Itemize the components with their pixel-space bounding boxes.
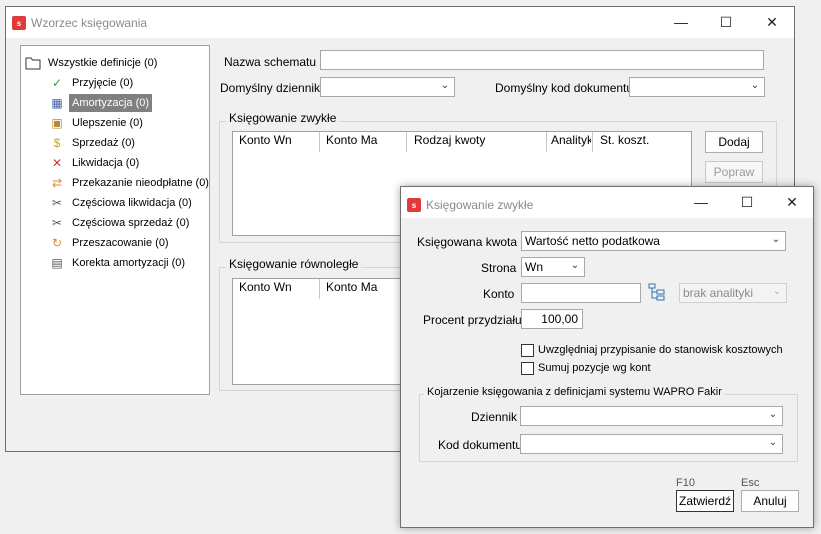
tree-item-label: Częściowa likwidacja (0): [72, 197, 192, 209]
journal-select[interactable]: ⌄: [520, 406, 783, 426]
red-x-icon: ✕: [51, 156, 63, 170]
folder-icon: [25, 56, 41, 70]
tree-root-label: Wszystkie definicje (0): [48, 57, 158, 69]
tree-item-label: Amortyzacja (0): [69, 94, 153, 112]
transfer-icon: ⇄: [51, 176, 63, 190]
percent-input[interactable]: 100,00: [521, 309, 583, 329]
posting-dialog: s Księgowanie zwykłe — ☐ ✕ Księgowana kw…: [400, 186, 814, 528]
edit-button[interactable]: Popraw: [705, 161, 763, 183]
sum-positions-label[interactable]: Sumuj pozycje wg kont: [538, 362, 651, 374]
column-header[interactable]: Analityka: [551, 133, 591, 147]
definitions-tree[interactable]: Wszystkie definicje (0) ✓ Przyjęcie (0) ▦ A…: [20, 45, 210, 395]
cancel-hotkey: Esc: [741, 477, 760, 489]
analytics-select: brak analityki ⌄: [679, 283, 787, 303]
amount-value: Wartość netto podatkowa: [525, 234, 660, 248]
chevron-down-icon[interactable]: ⌄: [764, 435, 782, 453]
tree-item[interactable]: ▤ Korekta amortyzacji (0): [49, 254, 209, 272]
tree-item[interactable]: ✂ Częściowa sprzedaż (0): [49, 214, 209, 232]
tree-item-label: Korekta amortyzacji (0): [72, 257, 186, 269]
account-label: Konto: [483, 287, 515, 301]
tree-item[interactable]: $ Sprzedaż (0): [49, 134, 209, 152]
side-value: Wn: [525, 260, 543, 274]
chevron-down-icon: ⌄: [772, 286, 782, 297]
correction-icon: ▤: [51, 256, 63, 270]
tree-item[interactable]: ⇄ Przekazanie nieodpłatne (0): [49, 174, 209, 192]
tree-item-label: Sprzedaż (0): [72, 137, 135, 149]
percent-label: Procent przydziału: [423, 313, 522, 327]
confirm-button[interactable]: Zatwierdź: [676, 490, 734, 512]
normal-posting-title: Księgowanie zwykłe: [226, 111, 340, 125]
tree-item[interactable]: ▦ Amortyzacja (0): [49, 94, 209, 112]
default-journal-label: Domyślny dziennik: [220, 81, 321, 95]
tree-item-label: Częściowa sprzedaż (0): [72, 217, 190, 229]
cancel-button[interactable]: Anuluj: [741, 490, 799, 512]
revaluation-icon: ↻: [51, 236, 63, 250]
dialog-titlebar[interactable]: s Księgowanie zwykłe — ☐ ✕: [401, 187, 813, 218]
money-icon: $: [53, 136, 61, 150]
tree-root[interactable]: Wszystkie definicje (0): [25, 54, 205, 72]
tree-item[interactable]: ▣ Ulepszenie (0): [49, 114, 209, 132]
toolbox-icon: ▣: [51, 116, 63, 130]
column-header[interactable]: Konto Wn: [239, 280, 292, 294]
wapro-logo-icon: s: [407, 198, 421, 212]
parallel-posting-title: Księgowanie równoległe: [226, 257, 362, 271]
minimize-icon[interactable]: —: [658, 7, 704, 38]
checkmark-icon: ✓: [51, 76, 63, 90]
maximize-icon[interactable]: ☐: [703, 7, 749, 38]
column-header[interactable]: Rodzaj kwoty: [414, 133, 485, 147]
tree-item[interactable]: ✓ Przyjęcie (0): [49, 74, 209, 92]
journal-label: Dziennik: [471, 410, 518, 424]
add-button[interactable]: Dodaj: [705, 131, 763, 153]
partial-sale-icon: ✂: [51, 216, 63, 230]
scheme-name-label: Nazwa schematu: [224, 55, 317, 69]
side-select[interactable]: Wn ⌄: [521, 257, 585, 277]
doc-code-label: Kod dokumentu: [438, 438, 523, 452]
minimize-icon[interactable]: —: [678, 187, 724, 218]
column-header[interactable]: St. koszt.: [600, 133, 649, 147]
tree-item[interactable]: ✂ Częściowa likwidacja (0): [49, 194, 209, 212]
chevron-down-icon[interactable]: ⌄: [767, 232, 785, 250]
cost-centers-checkbox[interactable]: [521, 344, 534, 357]
column-header[interactable]: Konto Ma: [326, 280, 377, 294]
partial-liquidation-icon: ✂: [51, 196, 63, 210]
tree-item-label: Przyjęcie (0): [72, 77, 134, 89]
cost-centers-label[interactable]: Uwzględniaj przypisanie do stanowisk kos…: [538, 344, 783, 356]
tree-item[interactable]: ↻ Przeszacowanie (0): [49, 234, 209, 252]
default-doc-code-select[interactable]: ⌄: [629, 77, 765, 97]
analytics-value: brak analityki: [683, 286, 754, 300]
account-tree-icon[interactable]: [648, 283, 666, 301]
column-header[interactable]: Konto Wn: [239, 133, 292, 147]
doc-code-select[interactable]: ⌄: [520, 434, 783, 454]
dialog-title: Księgowanie zwykłe: [426, 198, 534, 212]
default-doc-code-label: Domyślny kod dokumentu: [495, 81, 634, 95]
default-journal-select[interactable]: ⌄: [320, 77, 455, 97]
tree-item-label: Likwidacja (0): [72, 157, 140, 169]
close-icon[interactable]: ✕: [769, 187, 815, 218]
tree-item[interactable]: ✕ Likwidacja (0): [49, 154, 209, 172]
calculator-icon: ▦: [51, 96, 63, 110]
confirm-hotkey: F10: [676, 477, 695, 489]
account-input[interactable]: [521, 283, 641, 303]
scheme-name-input[interactable]: [320, 50, 764, 70]
column-header[interactable]: Konto Ma: [326, 133, 377, 147]
sum-positions-checkbox[interactable]: [521, 362, 534, 375]
amount-select[interactable]: Wartość netto podatkowa ⌄: [521, 231, 786, 251]
chevron-down-icon[interactable]: ⌄: [746, 78, 764, 96]
wapro-logo-icon: s: [12, 16, 26, 30]
tree-item-label: Ulepszenie (0): [72, 117, 143, 129]
side-label: Strona: [481, 261, 517, 275]
main-window-title: Wzorzec księgowania: [31, 16, 148, 30]
amount-label: Księgowana kwota: [417, 235, 518, 249]
main-titlebar[interactable]: s Wzorzec księgowania — ☐ ✕: [6, 7, 794, 38]
maximize-icon[interactable]: ☐: [724, 187, 770, 218]
chevron-down-icon[interactable]: ⌄: [566, 258, 584, 276]
fakir-group-title: Kojarzenie księgowania z definicjami sys…: [424, 386, 725, 398]
tree-item-label: Przekazanie nieodpłatne (0): [72, 177, 209, 189]
chevron-down-icon[interactable]: ⌄: [436, 78, 454, 96]
close-icon[interactable]: ✕: [749, 7, 795, 38]
chevron-down-icon[interactable]: ⌄: [764, 407, 782, 425]
tree-item-label: Przeszacowanie (0): [72, 237, 169, 249]
